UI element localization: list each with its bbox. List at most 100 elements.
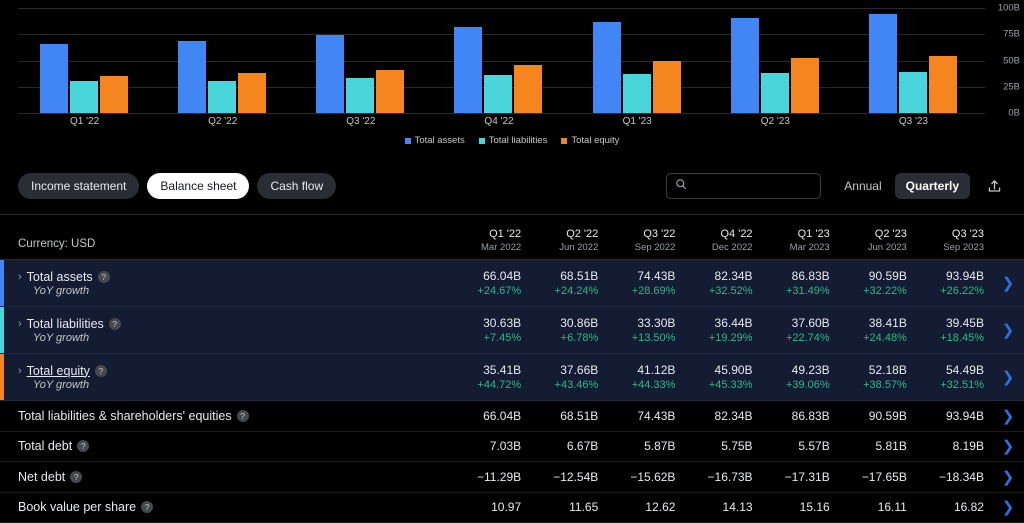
bar-equity xyxy=(100,76,128,113)
column-header[interactable]: Q1 '23Mar 2023 xyxy=(761,228,838,254)
tab-income-statement[interactable]: Income statement xyxy=(18,173,139,199)
export-upload-icon[interactable] xyxy=(982,174,1006,198)
cell-growth: +39.06% xyxy=(761,379,830,391)
expand-chevron-icon[interactable]: › xyxy=(18,318,22,330)
column-header[interactable]: Q3 '23Sep 2023 xyxy=(915,228,992,254)
table-row[interactable]: › Total liabilities? YoY growth30.63B+7.45… xyxy=(0,307,1024,354)
row-label: Book value per share? xyxy=(18,500,452,514)
statement-type-tabs: Income statement Balance sheet Cash flow xyxy=(18,173,336,199)
period-quarterly[interactable]: Quarterly xyxy=(895,173,970,199)
tab-cash-flow[interactable]: Cash flow xyxy=(257,173,336,199)
bar-assets xyxy=(454,27,482,113)
data-cell: 14.13 xyxy=(683,500,760,514)
legend-label: Total assets xyxy=(415,135,465,146)
row-detail-chevron-icon[interactable]: ❯ xyxy=(992,407,1024,425)
column-header[interactable]: Q3 '22Sep 2022 xyxy=(606,228,683,254)
help-icon[interactable]: ? xyxy=(109,318,121,330)
bar-liabilities xyxy=(761,73,789,113)
row-label-text[interactable]: Book value per share xyxy=(18,500,136,514)
expand-chevron-icon[interactable]: › xyxy=(18,365,22,377)
row-detail-chevron-icon[interactable]: ❯ xyxy=(992,321,1024,339)
search-box[interactable] xyxy=(666,173,821,199)
row-detail-chevron-icon[interactable]: ❯ xyxy=(992,437,1024,455)
cell-value: 74.43B xyxy=(606,409,675,423)
data-cell: 45.90B+45.33% xyxy=(683,363,760,391)
legend-item[interactable]: Total liabilities xyxy=(479,135,548,146)
cell-value: 15.16 xyxy=(761,500,830,514)
row-detail-chevron-icon[interactable]: ❯ xyxy=(992,368,1024,386)
search-input[interactable] xyxy=(693,180,847,192)
data-cell: 11.65 xyxy=(529,500,606,514)
currency-label: Currency: USD xyxy=(0,238,452,259)
table-row[interactable]: ›Total assets?YoY growth66.04B+24.67%68.… xyxy=(0,260,1024,307)
toolbar-right-group: AnnualQuarterly xyxy=(666,173,1006,199)
cell-value: 90.59B xyxy=(838,409,907,423)
legend-item[interactable]: Total equity xyxy=(561,135,619,146)
data-cell: 38.41B+24.48% xyxy=(838,316,915,344)
data-cell: 6.67B xyxy=(529,439,606,453)
column-header[interactable]: Q2 '23Jun 2023 xyxy=(838,228,915,254)
cell-value: 5.81B xyxy=(838,439,907,453)
row-label-text[interactable]: Total liabilities & shareholders' equiti… xyxy=(18,409,232,423)
column-month: Mar 2023 xyxy=(761,242,830,254)
cell-value: 82.34B xyxy=(683,409,752,423)
data-cell: 86.83B xyxy=(761,409,838,423)
help-icon[interactable]: ? xyxy=(70,471,82,483)
data-cell: 90.59B+32.22% xyxy=(838,269,915,297)
row-detail-chevron-icon[interactable]: ❯ xyxy=(992,468,1024,486)
data-cell: 66.04B+24.67% xyxy=(452,269,529,297)
bar-equity xyxy=(791,58,819,113)
x-axis-label: Q2 '23 xyxy=(709,116,847,127)
help-icon[interactable]: ? xyxy=(77,440,89,452)
cell-growth: +13.50% xyxy=(606,332,675,344)
bar-group xyxy=(709,8,847,113)
data-cell: −18.34B xyxy=(915,470,992,484)
row-values: 30.63B+7.45%30.86B+6.78%33.30B+13.50%36.… xyxy=(452,316,992,344)
cell-value: −17.31B xyxy=(761,470,830,484)
row-label-text[interactable]: Total liabilities xyxy=(27,317,104,331)
column-header[interactable]: Q4 '22Dec 2022 xyxy=(683,228,760,254)
column-quarter: Q1 '22 xyxy=(452,228,521,242)
x-axis-label: Q4 '22 xyxy=(432,116,570,127)
row-values: 7.03B6.67B5.87B5.75B5.57B5.81B8.19B xyxy=(452,439,992,453)
table-row[interactable]: Total debt?7.03B6.67B5.87B5.75B5.57B5.81… xyxy=(0,432,1024,463)
cell-value: 37.60B xyxy=(761,316,830,330)
period-annual[interactable]: Annual xyxy=(833,173,892,199)
data-cell: 10.97 xyxy=(452,500,529,514)
cell-value: 16.11 xyxy=(838,500,907,514)
cell-value: −16.73B xyxy=(683,470,752,484)
controls-toolbar: Income statement Balance sheet Cash flow A… xyxy=(0,158,1024,214)
bar-equity xyxy=(929,56,957,113)
data-cell: 7.03B xyxy=(452,439,529,453)
table-row[interactable]: Net debt?−11.29B−12.54B−15.62B−16.73B−17… xyxy=(0,462,1024,493)
tab-balance-sheet[interactable]: Balance sheet xyxy=(147,173,249,199)
data-cell: −17.65B xyxy=(838,470,915,484)
row-sublabel: YoY growth xyxy=(18,332,452,344)
row-label-text[interactable]: Net debt xyxy=(18,470,65,484)
legend-swatch xyxy=(479,138,485,144)
column-header[interactable]: Q1 '22Mar 2022 xyxy=(452,228,529,254)
cell-value: 93.94B xyxy=(915,269,984,283)
table-row[interactable]: Total liabilities & shareholders' equiti… xyxy=(0,401,1024,432)
row-label-cell: Total debt? xyxy=(0,439,452,453)
cell-value: 90.59B xyxy=(838,269,907,283)
help-icon[interactable]: ? xyxy=(98,271,110,283)
row-label-text[interactable]: Total assets xyxy=(27,270,93,284)
data-cell: 15.16 xyxy=(761,500,838,514)
cell-value: 49.23B xyxy=(761,363,830,377)
legend-item[interactable]: Total assets xyxy=(405,135,465,146)
cell-value: 41.12B xyxy=(606,363,675,377)
column-header[interactable]: Q2 '22Jun 2022 xyxy=(529,228,606,254)
row-label-text[interactable]: Total debt xyxy=(18,439,72,453)
row-label-text[interactable]: Total equity xyxy=(27,364,90,378)
help-icon[interactable]: ? xyxy=(95,365,107,377)
row-detail-chevron-icon[interactable]: ❯ xyxy=(992,274,1024,292)
help-icon[interactable]: ? xyxy=(141,501,153,513)
help-icon[interactable]: ? xyxy=(237,410,249,422)
search-icon xyxy=(675,177,687,195)
table-row[interactable]: Book value per share?10.9711.6512.6214.1… xyxy=(0,493,1024,523)
table-row[interactable]: ›Total equity?YoY growth35.41B+44.72%37.… xyxy=(0,354,1024,401)
cell-value: −15.62B xyxy=(606,470,675,484)
expand-chevron-icon[interactable]: › xyxy=(18,271,22,283)
data-cell: 33.30B+13.50% xyxy=(606,316,683,344)
